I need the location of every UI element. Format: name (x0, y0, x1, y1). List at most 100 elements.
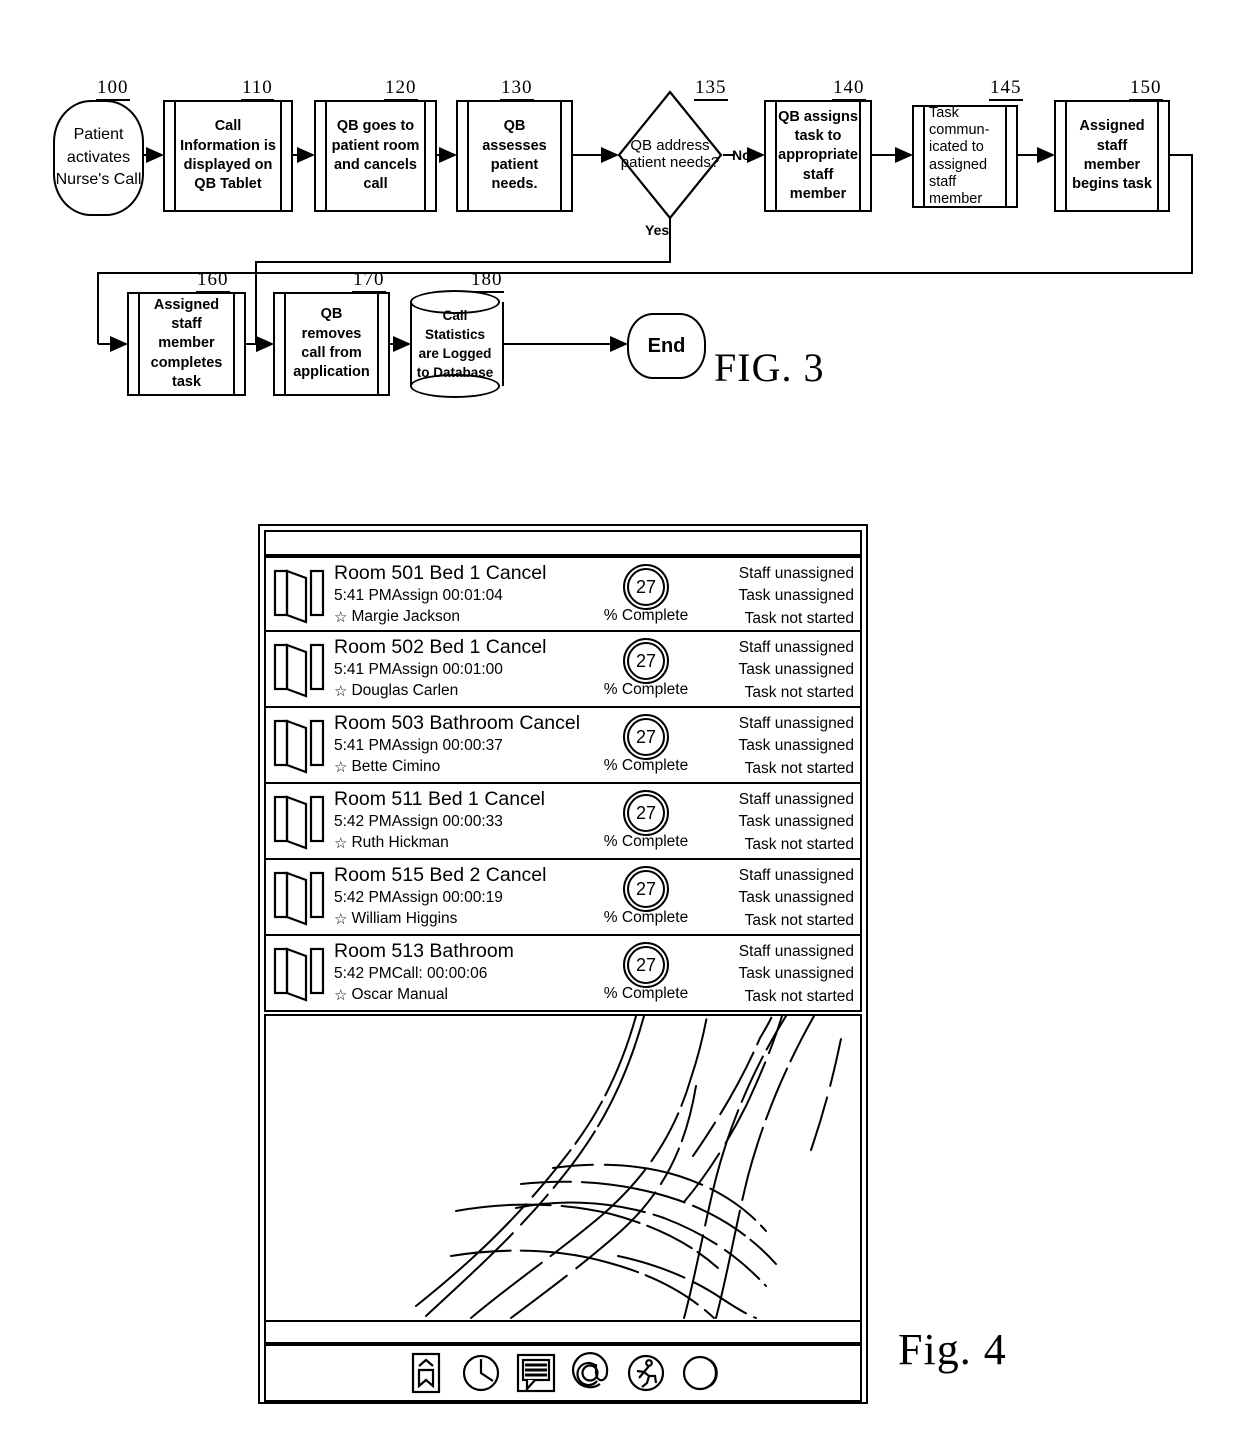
star-icon[interactable]: ☆ (334, 610, 347, 625)
status-task: Task unassigned (738, 737, 854, 755)
staff-name: William Higgins (351, 909, 458, 927)
flow-node-label: End (647, 334, 686, 357)
staff-name: Oscar Manual (351, 985, 448, 1003)
staff-name: Douglas Carlen (351, 681, 459, 699)
flow-node-qb-goes-to-room: QB goes to patient room and cancels call (314, 100, 437, 212)
ref-number-110: 110 (241, 78, 274, 101)
staff-name: Bette Cimino (351, 757, 441, 775)
percent-badge: 27 (623, 790, 669, 836)
status-column: Staff unassigned Task unassigned Task no… (674, 637, 854, 704)
room-title: Room 501 Bed 1 Cancel (334, 562, 547, 584)
flow-node-call-info-displayed: Call Information is displayed on QB Tabl… (163, 100, 293, 212)
message-icon[interactable] (515, 1352, 557, 1394)
at-sign-icon[interactable] (570, 1352, 612, 1394)
list-item-main: Room 515 Bed 2 Cancel 5:42 PMAssign 00:0… (334, 864, 574, 929)
running-person-icon[interactable] (625, 1352, 667, 1394)
status-staff: Staff unassigned (738, 639, 854, 656)
call-time: 5:42 PMCall: 00:00:06 (334, 964, 488, 982)
list-item-main: Room 513 Bathroom 5:42 PMCall: 00:00:06 … (334, 940, 574, 1005)
clock-icon[interactable] (460, 1352, 502, 1394)
badge-value: 27 (627, 568, 665, 606)
list-item[interactable]: Room 513 Bathroom 5:42 PMCall: 00:00:06 … (264, 936, 862, 1012)
status-column: Staff unassigned Task unassigned Task no… (674, 941, 854, 1008)
badge-value: 27 (627, 642, 665, 680)
staff-row: ☆ Bette Cimino (334, 757, 574, 777)
room-title: Room 513 Bathroom (334, 940, 514, 962)
percent-badge: 27 (623, 714, 669, 760)
staff-row: ☆ Margie Jackson (334, 607, 574, 627)
circle-icon[interactable] (680, 1352, 722, 1394)
staff-row: ☆ William Higgins (334, 909, 574, 929)
star-icon[interactable]: ☆ (334, 912, 347, 927)
percent-badge: 27 (623, 942, 669, 988)
door-icon (273, 719, 325, 774)
door-icon (273, 569, 325, 624)
status-progress: Task not started (744, 987, 854, 1005)
ref-number-150: 150 (1129, 78, 1163, 101)
flow-node-label: Assigned staff member begins task (1072, 118, 1152, 193)
percent-badge: 27 (623, 564, 669, 610)
list-item[interactable]: Room 503 Bathroom Cancel 5:41 PMAssign 0… (264, 708, 862, 784)
status-column: Staff unassigned Task unassigned Task no… (674, 563, 854, 630)
list-item-main: Room 511 Bed 1 Cancel 5:42 PMAssign 00:0… (334, 788, 574, 853)
badge-value: 27 (627, 794, 665, 832)
flow-node-label: Call Statistics are Logged to Database (416, 307, 494, 381)
flow-node-label: QB removes call from application (293, 306, 370, 381)
status-progress: Task not started (744, 911, 854, 929)
call-time: 5:42 PMAssign 00:00:19 (334, 888, 503, 906)
ref-number-140: 140 (832, 78, 866, 101)
percent-badge: 27 (623, 638, 669, 684)
badge-value: 27 (627, 718, 665, 756)
list-item[interactable]: Room 515 Bed 2 Cancel 5:42 PMAssign 00:0… (264, 860, 862, 936)
status-task: Task unassigned (738, 661, 854, 679)
flow-node-label: QB assigns task to appropriate staff mem… (778, 108, 858, 202)
bookmark-icon[interactable] (405, 1352, 447, 1394)
flow-node-label: QB goes to patient room and cancels call (331, 118, 420, 193)
status-column: Staff unassigned Task unassigned Task no… (674, 713, 854, 780)
list-item-main: Room 503 Bathroom Cancel 5:41 PMAssign 0… (334, 712, 580, 777)
edge-label-no: No (732, 147, 751, 163)
ref-number-120: 120 (384, 78, 418, 101)
list-item[interactable]: Room 501 Bed 1 Cancel 5:41 PMAssign 00:0… (264, 556, 862, 632)
status-progress: Task not started (744, 609, 854, 627)
flow-node-qb-removes-call: QB removes call from application (273, 292, 390, 396)
status-task: Task unassigned (738, 587, 854, 605)
ref-number-170: 170 (352, 270, 386, 293)
status-progress: Task not started (744, 835, 854, 853)
status-progress: Task not started (744, 759, 854, 777)
list-item-main: Room 502 Bed 1 Cancel 5:41 PMAssign 00:0… (334, 636, 574, 701)
list-item[interactable]: Room 502 Bed 1 Cancel 5:41 PMAssign 00:0… (264, 632, 862, 708)
status-staff: Staff unassigned (738, 715, 854, 732)
status-task: Task unassigned (738, 889, 854, 907)
badge-value: 27 (627, 870, 665, 908)
floor-map-linework (415, 1016, 843, 1319)
tablet-device-frame: Room 501 Bed 1 Cancel 5:41 PMAssign 00:0… (258, 524, 868, 1404)
staff-row: ☆ Ruth Hickman (334, 833, 574, 853)
room-title: Room 511 Bed 1 Cancel (334, 788, 546, 810)
figure-3: 100 110 120 130 135 140 145 150 160 170 … (0, 0, 1240, 440)
list-item[interactable]: Room 511 Bed 1 Cancel 5:42 PMAssign 00:0… (264, 784, 862, 860)
status-progress: Task not started (744, 683, 854, 701)
flow-node-qb-assesses-needs: QB assesses patient needs. (456, 100, 573, 212)
call-time: 5:41 PMAssign 00:01:04 (334, 586, 503, 604)
figure-4: Room 501 Bed 1 Cancel 5:41 PMAssign 00:0… (258, 524, 1006, 1404)
percent-badge: 27 (623, 866, 669, 912)
edge-label-yes: Yes (645, 222, 670, 238)
star-icon[interactable]: ☆ (334, 684, 347, 699)
star-icon[interactable]: ☆ (334, 988, 347, 1003)
star-icon[interactable]: ☆ (334, 760, 347, 775)
star-icon[interactable]: ☆ (334, 836, 347, 851)
room-title: Room 502 Bed 1 Cancel (334, 636, 547, 658)
status-column: Staff unassigned Task unassigned Task no… (674, 865, 854, 932)
room-title: Room 515 Bed 2 Cancel (334, 864, 547, 886)
status-staff: Staff unassigned (738, 565, 854, 582)
door-icon (273, 795, 325, 850)
status-task: Task unassigned (738, 813, 854, 831)
door-icon (273, 871, 325, 926)
flow-node-staff-completes-task: Assigned staff member completes task (127, 292, 246, 396)
staff-name: Margie Jackson (351, 607, 460, 625)
flow-node-label: Assigned staff member completes task (150, 296, 223, 390)
door-icon (273, 947, 325, 1002)
floor-map-area[interactable] (264, 1014, 862, 1322)
status-staff: Staff unassigned (738, 943, 854, 960)
